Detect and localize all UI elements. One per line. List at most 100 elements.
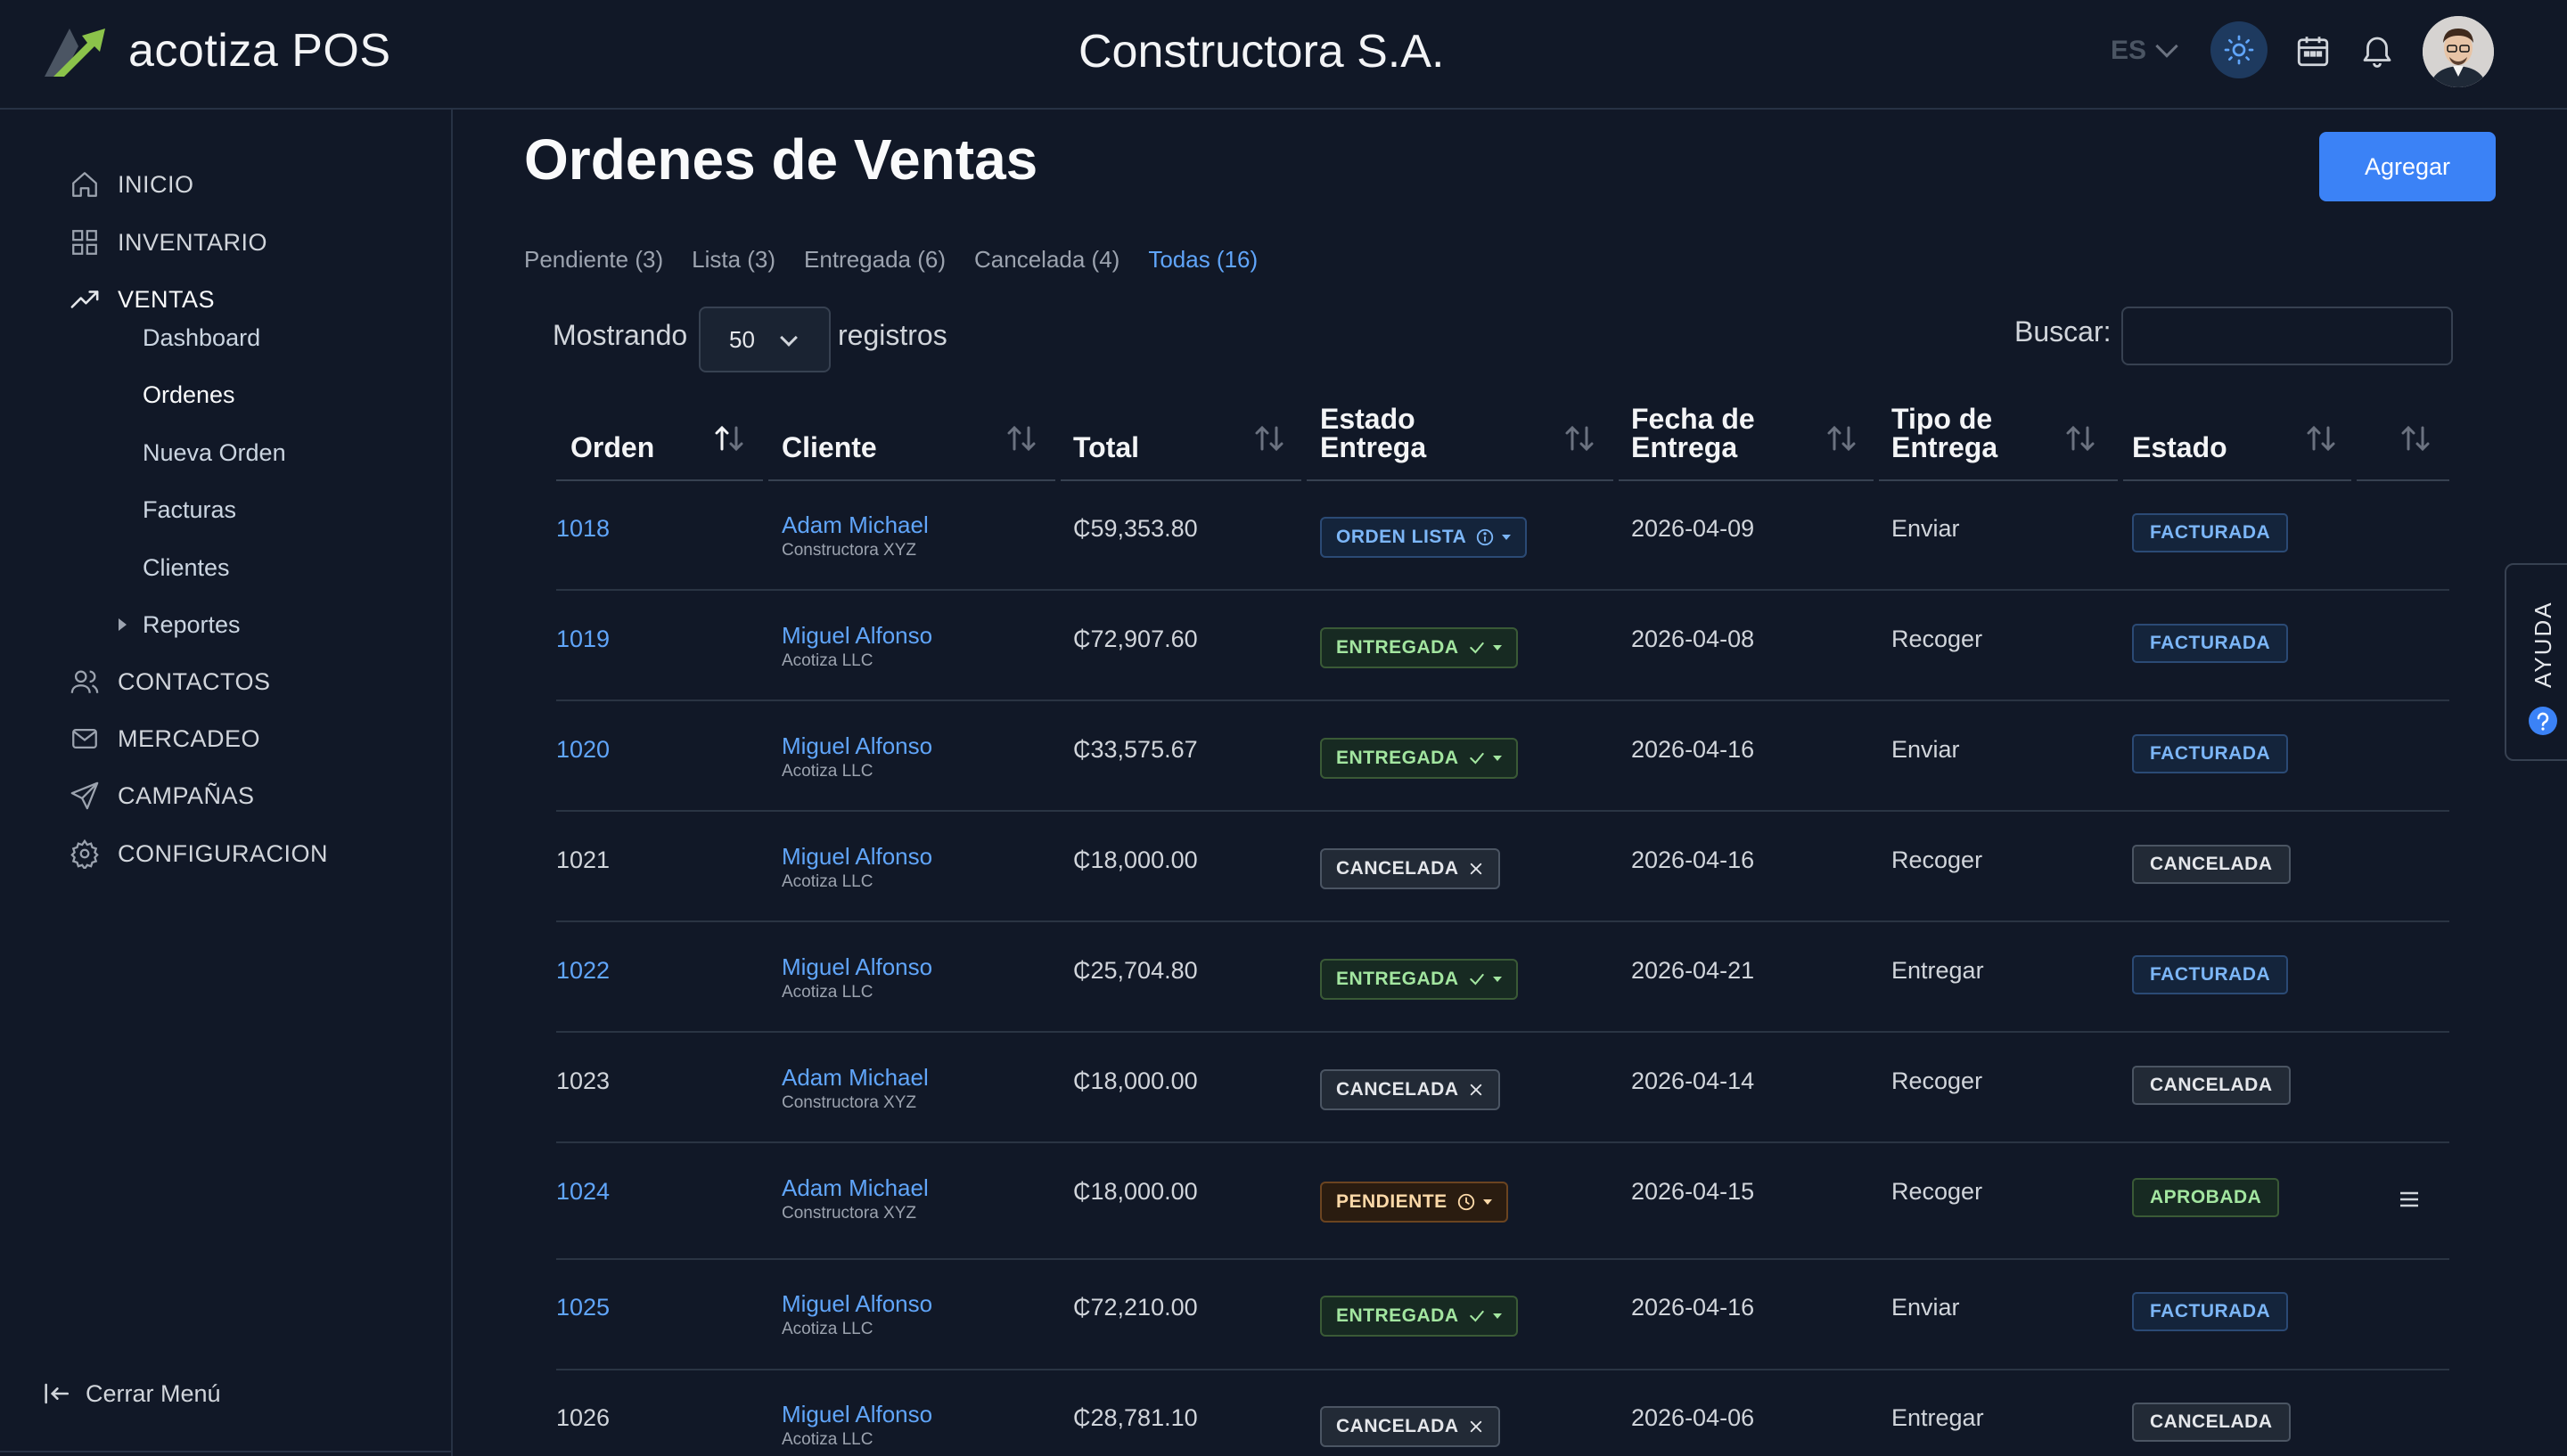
sort-icon[interactable] (1253, 424, 1285, 453)
order-number: 1026 (556, 1404, 611, 1431)
delivery-date: 2026-04-16 (1631, 1294, 1755, 1321)
delivery-status-dropdown[interactable]: ENTREGADA (1320, 959, 1518, 1000)
sidebar-sub-clientes[interactable]: Clientes (143, 550, 230, 585)
caret-down-icon (1502, 535, 1512, 540)
sort-icon[interactable] (1563, 424, 1595, 453)
sidebar-item-inicio[interactable]: INICIO (70, 167, 194, 202)
sidebar-item-configuracion[interactable]: CONFIGURACION (70, 836, 328, 871)
row-divider (556, 810, 2449, 812)
sort-icon[interactable] (1825, 424, 1858, 453)
order-number-link[interactable]: 1022 (556, 957, 610, 985)
sidebar-sub-facturas[interactable]: Facturas (143, 492, 236, 528)
status-badge: FACTURADA (2132, 1292, 2289, 1331)
tab-cancelada[interactable]: Cancelada (4) (974, 246, 1119, 274)
gear-icon (70, 838, 99, 869)
column-header-tipo-entrega[interactable]: Tipo de Entrega (1891, 405, 1997, 462)
tab-entregada[interactable]: Entregada (6) (804, 246, 946, 274)
customer-company: Acotiza LLC (782, 983, 873, 1002)
sort-icon[interactable] (2399, 424, 2432, 453)
sort-asc-icon[interactable] (713, 424, 745, 453)
delivery-date: 2026-04-09 (1631, 515, 1755, 542)
column-header-total[interactable]: Total (1073, 433, 1139, 462)
order-total: ₵18,000.00 (1073, 1178, 1198, 1205)
sort-icon[interactable] (2064, 424, 2096, 453)
sidebar: INICIO INVENTARIO VENTAS Dashboard Orden… (0, 110, 453, 1456)
sort-icon[interactable] (2305, 424, 2337, 453)
delivery-status-dropdown[interactable]: PENDIENTE (1320, 1182, 1508, 1223)
caret-down-icon (1482, 1199, 1492, 1205)
add-order-button[interactable]: Agregar (2319, 132, 2496, 201)
delivery-type: Recoger (1891, 626, 1983, 652)
status-badge: FACTURADA (2132, 513, 2289, 552)
close-menu-button[interactable]: Cerrar Menú (41, 1378, 221, 1409)
customer-company: Acotiza LLC (782, 1320, 873, 1338)
sidebar-item-contactos[interactable]: CONTACTOS (70, 664, 271, 699)
customer-name-link[interactable]: Adam Michael (782, 511, 929, 539)
customer-company: Constructora XYZ (782, 1204, 916, 1223)
sort-icon[interactable] (1005, 424, 1037, 453)
delivery-status-dropdown[interactable]: ENTREGADA (1320, 1296, 1518, 1337)
sidebar-sub-dashboard[interactable]: Dashboard (143, 320, 260, 356)
sidebar-divider (0, 1451, 451, 1452)
customer-name-link[interactable]: Miguel Alfonso (782, 732, 932, 760)
tab-pendiente[interactable]: Pendiente (3) (524, 246, 663, 274)
customer-name-link[interactable]: Miguel Alfonso (782, 953, 932, 981)
order-total: ₵72,907.60 (1073, 626, 1198, 652)
sidebar-item-mercadeo[interactable]: MERCADEO (70, 721, 260, 757)
sidebar-item-label: CAMPAÑAS (118, 781, 255, 809)
search-input[interactable] (2121, 307, 2453, 365)
order-number-link[interactable]: 1025 (556, 1294, 610, 1321)
sidebar-item-campanas[interactable]: CAMPAÑAS (70, 778, 255, 814)
delivery-status-dropdown[interactable]: ORDEN LISTA (1320, 517, 1528, 558)
user-avatar[interactable] (2423, 16, 2494, 87)
customer-name-link[interactable]: Adam Michael (782, 1174, 929, 1202)
delivery-status-dropdown[interactable]: ENTREGADA (1320, 627, 1518, 668)
caret-down-icon (1492, 756, 1502, 761)
customer-name-link[interactable]: Adam Michael (782, 1064, 929, 1092)
customer-name-link[interactable]: Miguel Alfonso (782, 843, 932, 871)
sidebar-item-ventas[interactable]: VENTAS (70, 282, 215, 317)
column-header-orden[interactable]: Orden (570, 433, 654, 462)
caret-right-icon[interactable] (119, 618, 127, 631)
page-size-select[interactable]: 50 (699, 307, 831, 372)
help-icon[interactable] (2528, 706, 2558, 736)
sidebar-sub-ordenes[interactable]: Ordenes (143, 377, 235, 413)
sidebar-sub-nueva-orden[interactable]: Nueva Orden (143, 435, 286, 470)
delivery-status-dropdown[interactable]: ENTREGADA (1320, 738, 1518, 779)
app-logo[interactable]: acotiza POS (43, 23, 391, 78)
tab-todas[interactable]: Todas (16) (1148, 246, 1258, 274)
chevron-down-icon (2155, 35, 2178, 58)
delivery-date: 2026-04-16 (1631, 736, 1755, 763)
calendar-icon[interactable] (2294, 32, 2332, 70)
theme-toggle-button[interactable] (2210, 21, 2268, 78)
order-number-link[interactable]: 1018 (556, 515, 610, 543)
header-divider (1061, 479, 1301, 481)
order-number-link[interactable]: 1020 (556, 736, 610, 764)
column-header-fecha-entrega[interactable]: Fecha de Entrega (1631, 405, 1755, 462)
menu-icon[interactable] (2399, 1190, 2419, 1208)
show-label: Mostrando (553, 319, 688, 351)
language-selector[interactable]: ES (2111, 35, 2178, 66)
close-icon (1470, 1420, 1481, 1433)
delivery-status-badge: CANCELADA (1320, 848, 1500, 889)
customer-company: Constructora XYZ (782, 1093, 916, 1112)
customer-name-link[interactable]: Miguel Alfonso (782, 1290, 932, 1318)
order-number-link[interactable]: 1024 (556, 1178, 610, 1206)
top-header: acotiza POS Constructora S.A. ES (0, 0, 2567, 110)
column-header-estado-entrega[interactable]: Estado Entrega (1320, 405, 1426, 462)
order-number-link[interactable]: 1019 (556, 626, 610, 653)
customer-name-link[interactable]: Miguel Alfonso (782, 1401, 932, 1428)
sidebar-sub-reportes[interactable]: Reportes (143, 607, 241, 642)
help-label: AYUDA (2530, 601, 2556, 688)
home-icon (72, 172, 97, 197)
sidebar-item-inventario[interactable]: INVENTARIO (70, 225, 267, 260)
column-header-cliente[interactable]: Cliente (782, 433, 877, 462)
column-header-estado[interactable]: Estado (2132, 433, 2227, 462)
tab-lista[interactable]: Lista (3) (692, 246, 775, 274)
delivery-status-label: ENTREGADA (1336, 969, 1459, 989)
check-icon (1469, 1310, 1484, 1322)
bell-icon[interactable] (2358, 32, 2396, 70)
status-badge: CANCELADA (2132, 1066, 2291, 1105)
order-total: ₵72,210.00 (1073, 1294, 1198, 1321)
customer-name-link[interactable]: Miguel Alfonso (782, 622, 932, 650)
